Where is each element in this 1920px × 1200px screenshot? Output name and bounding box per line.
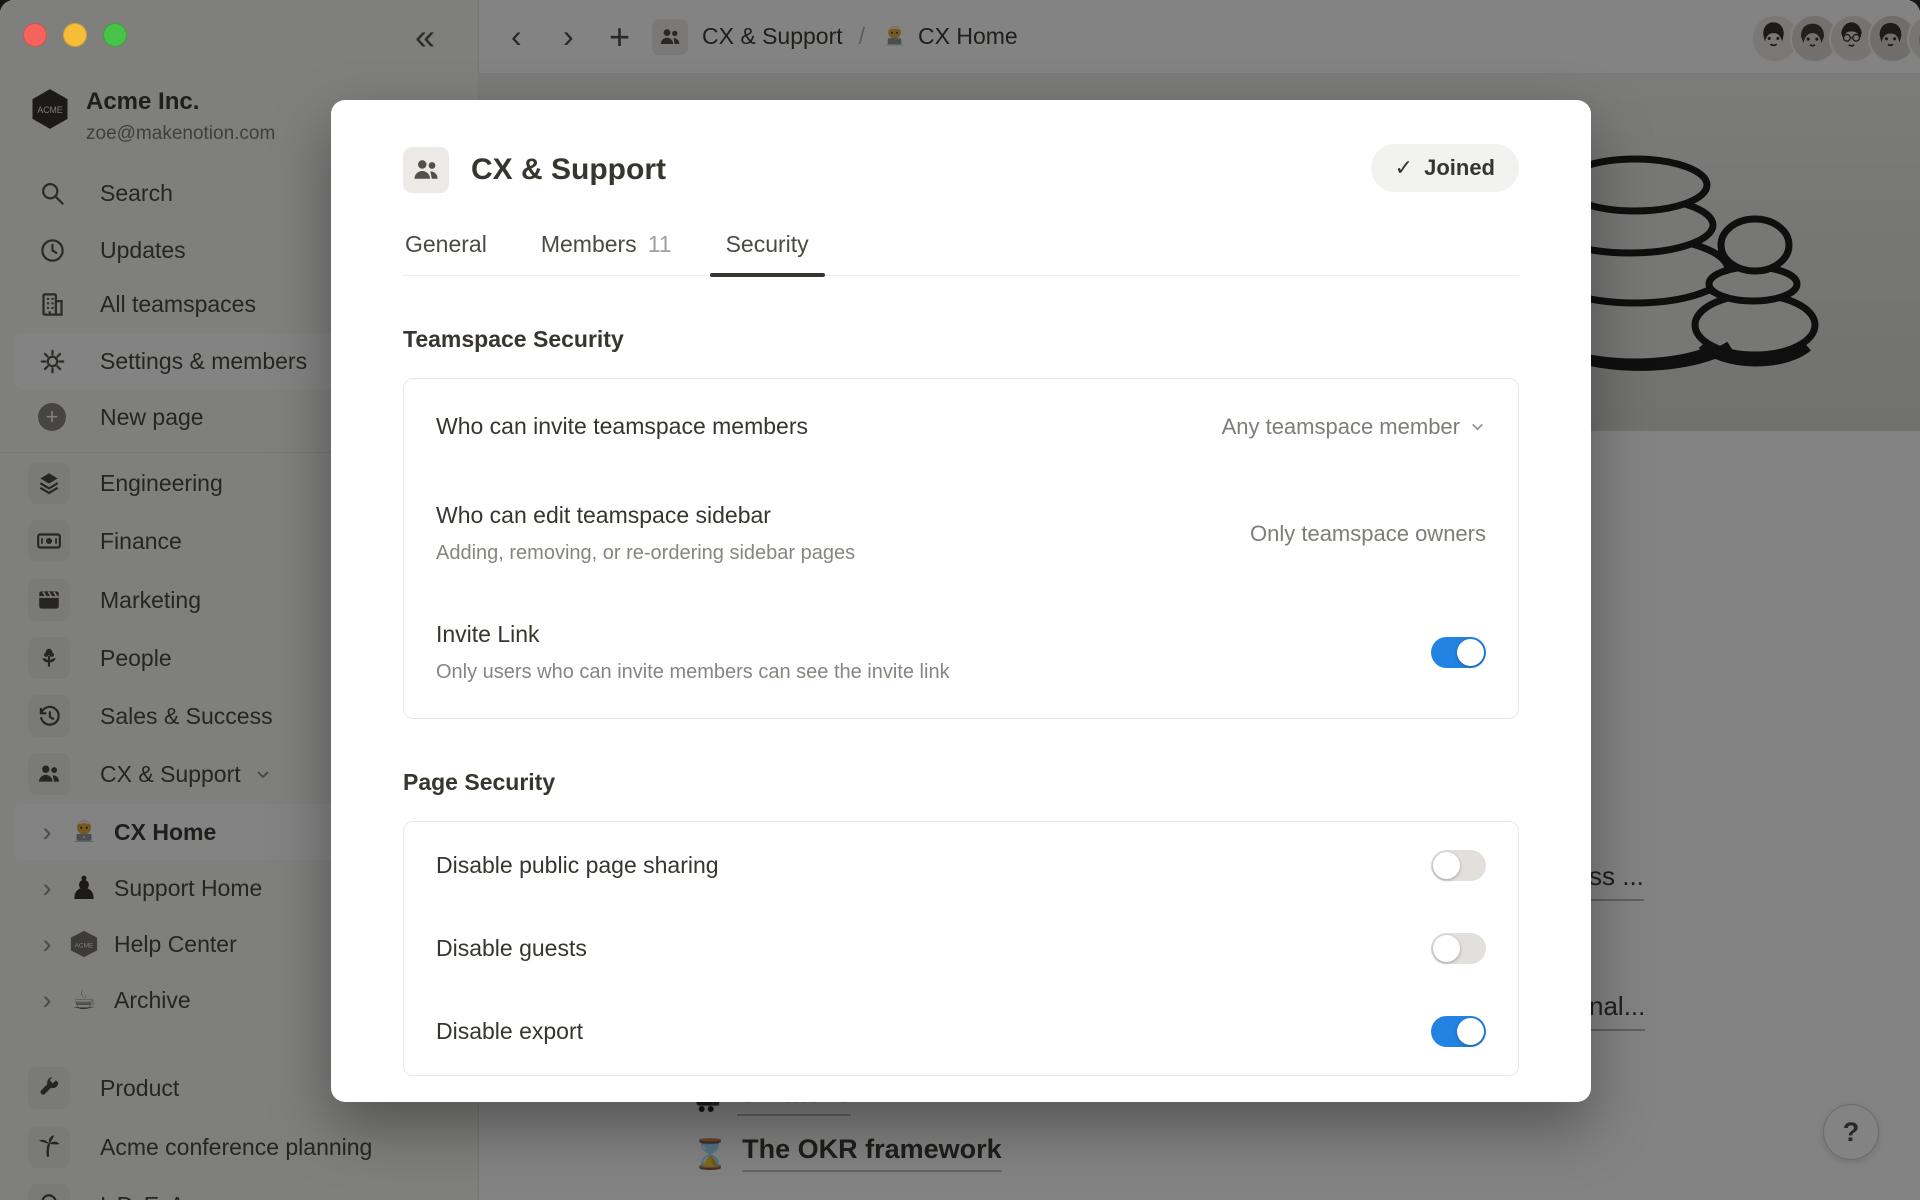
invite-link-toggle[interactable] (1431, 637, 1486, 668)
setting-row-invite-link: Invite Link Only users who can invite me… (404, 593, 1518, 718)
app-window: ACME Acme Inc. zoe@makenotion.com « Sear… (0, 0, 1920, 1200)
joined-button[interactable]: ✓ Joined (1371, 144, 1519, 192)
page-security-card: Disable public page sharing Disable gues… (403, 821, 1519, 1076)
teamspace-security-card: Who can invite teamspace members Any tea… (403, 378, 1519, 719)
disable-public-sharing-toggle[interactable] (1431, 850, 1486, 881)
section-title-page-security: Page Security (403, 769, 1519, 796)
zoom-button[interactable] (103, 23, 127, 47)
modal-title: CX & Support (471, 153, 666, 187)
chevron-down-icon (1469, 418, 1486, 435)
disable-export-toggle[interactable] (1431, 1016, 1486, 1047)
toggle-knob (1433, 935, 1460, 962)
tab-members[interactable]: Members11 (539, 217, 674, 275)
setting-row-invite-members: Who can invite teamspace members Any tea… (404, 379, 1518, 474)
modal-tabs: General Members11 Security (403, 217, 1519, 276)
toggle-knob (1433, 852, 1460, 879)
setting-row-disable-export: Disable export (404, 990, 1518, 1075)
toggle-knob (1457, 1018, 1484, 1045)
disable-guests-toggle[interactable] (1431, 933, 1486, 964)
setting-row-disable-guests: Disable guests (404, 907, 1518, 990)
tab-general[interactable]: General (403, 217, 489, 275)
setting-row-disable-public-sharing: Disable public page sharing (404, 822, 1518, 907)
people-icon (403, 147, 449, 193)
window-controls (23, 23, 127, 47)
teamspace-settings-modal: CX & Support ✓ Joined General Members11 … (331, 100, 1591, 1102)
check-icon: ✓ (1395, 155, 1413, 181)
minimize-button[interactable] (63, 23, 87, 47)
toggle-knob (1457, 639, 1484, 666)
close-button[interactable] (23, 23, 47, 47)
setting-row-edit-sidebar: Who can edit teamspace sidebar Adding, r… (404, 474, 1518, 593)
edit-sidebar-value: Only teamspace owners (1250, 521, 1486, 547)
tab-security[interactable]: Security (724, 217, 811, 275)
members-count: 11 (648, 231, 672, 258)
invite-members-dropdown[interactable]: Any teamspace member (1222, 414, 1486, 440)
section-title-teamspace-security: Teamspace Security (403, 326, 1519, 353)
modal-header: CX & Support ✓ Joined (403, 147, 1519, 193)
